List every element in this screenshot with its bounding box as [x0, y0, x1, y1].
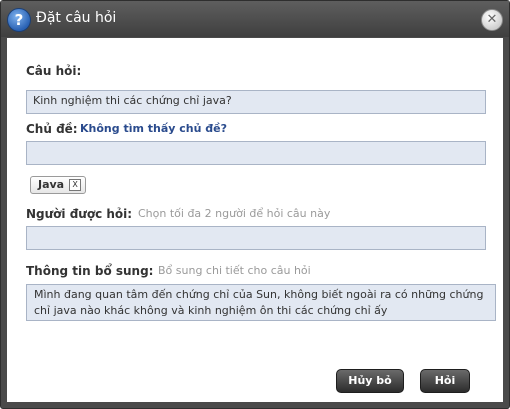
dialog-body: Câu hỏi: Kinh nghiệm thi các chứng chỉ j…	[7, 38, 503, 402]
topic-tag-label: Java	[38, 178, 65, 191]
topic-not-found-link[interactable]: Không tìm thấy chủ đề?	[80, 122, 227, 135]
dialog-title: Đặt câu hỏi	[36, 10, 117, 26]
cancel-button[interactable]: Hủy bỏ	[336, 369, 404, 393]
close-icon[interactable]: ✕	[481, 9, 503, 31]
question-label: Câu hỏi:	[26, 64, 82, 78]
asked-person-hint: Chọn tối đa 2 người để hỏi câu này	[138, 207, 331, 220]
question-icon: ?	[7, 8, 31, 32]
question-input[interactable]: Kinh nghiệm thi các chứng chỉ java?	[26, 90, 486, 114]
ask-question-dialog: ? Đặt câu hỏi ✕ Câu hỏi: Kinh nghiệm thi…	[0, 0, 510, 409]
topic-input[interactable]	[26, 141, 486, 165]
remove-tag-icon[interactable]: X	[69, 179, 82, 191]
extra-info-hint: Bổ sung chi tiết cho câu hỏi	[158, 264, 311, 277]
asked-person-label: Người được hỏi:	[26, 207, 133, 221]
extra-info-label: Thông tin bổ sung:	[26, 264, 154, 278]
dialog-titlebar[interactable]: ? Đặt câu hỏi ✕	[1, 1, 509, 37]
topic-label: Chủ đề:	[26, 122, 78, 136]
extra-info-textarea[interactable]: Mình đang quan tâm đến chứng chỉ của Sun…	[26, 284, 496, 321]
ask-button[interactable]: Hỏi	[420, 369, 470, 393]
asked-person-input[interactable]	[26, 226, 486, 250]
topic-tag: Java X	[30, 176, 87, 194]
